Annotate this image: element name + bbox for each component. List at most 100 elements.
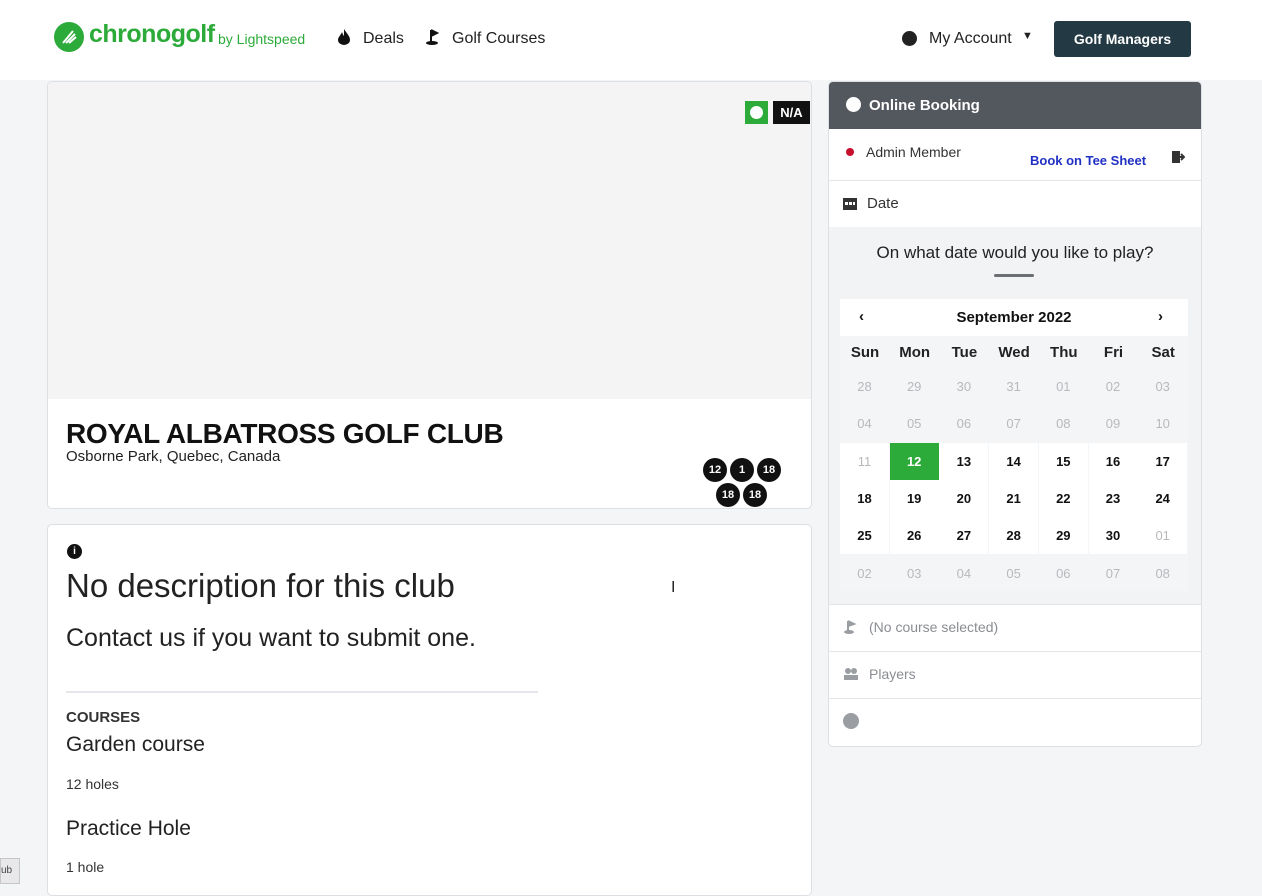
- club-location: Osborne Park, Quebec, Canada: [66, 448, 281, 465]
- calendar-day[interactable]: 03: [1138, 368, 1187, 405]
- booking-title: Online Booking: [869, 97, 980, 114]
- club-name: ROYAL ALBATROSS GOLF CLUB: [66, 418, 504, 449]
- calendar-day[interactable]: 26: [889, 517, 939, 555]
- calendar-day[interactable]: 04: [939, 555, 988, 592]
- calendar-day[interactable]: 11: [840, 442, 889, 480]
- calendar-day[interactable]: 30: [1088, 517, 1138, 555]
- calendar-day[interactable]: 28: [989, 517, 1039, 555]
- divider: [66, 691, 538, 693]
- calendar-day[interactable]: 04: [840, 405, 889, 442]
- hole-count-badge: 1: [730, 458, 754, 482]
- calendar-day[interactable]: 14: [989, 442, 1039, 480]
- top-nav: chronogolf by Lightspeed Deals Golf Cour…: [0, 0, 1262, 80]
- hole-count-badge: 18: [716, 483, 740, 507]
- hole-count-badge: 12: [703, 458, 727, 482]
- calendar-day[interactable]: 02: [1089, 368, 1138, 405]
- calendar-day[interactable]: 25: [840, 517, 889, 555]
- course-holes: 12 holes: [66, 776, 119, 792]
- calendar: ‹ September 2022 › Sun Mon Tue Wed Thu Fri Sat…: [840, 299, 1188, 591]
- golf-managers-button[interactable]: Golf Managers: [1054, 21, 1191, 57]
- calendar-day[interactable]: 29: [890, 368, 939, 405]
- status-dot: [846, 148, 854, 156]
- calendar-day[interactable]: 08: [1138, 555, 1187, 592]
- my-account-menu[interactable]: My Account: [929, 30, 1012, 48]
- clock-icon[interactable]: [843, 713, 859, 729]
- calendar-day[interactable]: 18: [840, 479, 889, 517]
- calendar-day[interactable]: 19: [889, 479, 939, 517]
- course-name: Practice Hole: [66, 817, 191, 840]
- calendar-header: ‹ September 2022 ›: [840, 299, 1188, 336]
- calendar-day[interactable]: 23: [1088, 479, 1138, 517]
- caret-down-icon[interactable]: ▼: [1022, 30, 1033, 42]
- weekday-header: Sat: [1151, 344, 1175, 361]
- calendar-day[interactable]: 12: [889, 442, 939, 480]
- calendar-day[interactable]: 16: [1088, 442, 1138, 480]
- club-hero-card: N/A ROYAL ALBATROSS GOLF CLUB Osborne Pa…: [47, 81, 812, 509]
- date-question: On what date would you like to play?: [876, 243, 1154, 262]
- member-type: Admin Member: [866, 144, 961, 160]
- calendar-day[interactable]: 06: [1039, 555, 1088, 592]
- divider: [994, 274, 1034, 277]
- golf-flag-icon: [843, 620, 857, 634]
- nav-deals[interactable]: Deals: [363, 30, 404, 48]
- info-icon: i: [67, 544, 82, 559]
- chronogolf-logo-icon[interactable]: [54, 22, 84, 52]
- calendar-day[interactable]: 28: [840, 368, 889, 405]
- calendar-day[interactable]: 30: [939, 368, 988, 405]
- weekday-header: Mon: [899, 344, 931, 361]
- calendar-day[interactable]: 21: [989, 479, 1039, 517]
- course-selection[interactable]: (No course selected): [869, 619, 998, 635]
- calendar-day[interactable]: 06: [939, 405, 988, 442]
- hole-count-badge: 18: [757, 458, 781, 482]
- calendar-day[interactable]: 22: [1038, 479, 1088, 517]
- calendar-day[interactable]: 13: [939, 442, 989, 480]
- flame-icon: [338, 29, 350, 50]
- calendar-day[interactable]: 09: [1089, 405, 1138, 442]
- online-booking-panel: Online Booking Admin Member Book on Tee …: [828, 81, 1202, 747]
- weekday-header: Tue: [951, 344, 978, 361]
- account-icon: [902, 31, 917, 46]
- divider: [829, 651, 1201, 652]
- course-holes: 1 hole: [66, 859, 105, 875]
- calendar-day[interactable]: 24: [1138, 479, 1188, 517]
- calendar-day[interactable]: 17: [1138, 442, 1188, 480]
- calendar-day[interactable]: 29: [1038, 517, 1088, 555]
- calendar-day[interactable]: 15: [1038, 442, 1088, 480]
- club-description-card: i No description for this club Contact u…: [47, 524, 812, 896]
- calendar-day[interactable]: 01: [1138, 517, 1188, 555]
- calendar-day[interactable]: 03: [890, 555, 939, 592]
- chevron-right-icon[interactable]: ›: [1158, 308, 1163, 325]
- calendar-day[interactable]: 07: [989, 405, 1038, 442]
- users-icon: [843, 667, 858, 681]
- players-selection[interactable]: Players: [869, 666, 916, 682]
- divider: [829, 180, 1201, 181]
- calendar-day[interactable]: 27: [939, 517, 989, 555]
- calendar-day[interactable]: 08: [1039, 405, 1088, 442]
- sign-in-icon[interactable]: [1171, 150, 1186, 164]
- calendar-day[interactable]: 10: [1138, 405, 1187, 442]
- calendar-day[interactable]: 02: [840, 555, 889, 592]
- weekday-header: Fri: [1103, 344, 1124, 361]
- date-step-label[interactable]: Date: [867, 195, 899, 212]
- calendar-month: September 2022: [956, 309, 1072, 326]
- weekday-header: Thu: [1050, 344, 1078, 361]
- book-on-tee-sheet-link[interactable]: Book on Tee Sheet: [1030, 153, 1146, 168]
- golf-flag-icon: [425, 29, 441, 50]
- calendar-day[interactable]: 05: [989, 555, 1038, 592]
- rating-badge: N/A: [773, 101, 810, 124]
- calendar-day[interactable]: 31: [989, 368, 1038, 405]
- club-cover-image: [48, 82, 811, 399]
- logo-text[interactable]: chronogolf: [89, 20, 215, 49]
- calendar-day[interactable]: 01: [1039, 368, 1088, 405]
- calendar-day[interactable]: 20: [939, 479, 989, 517]
- course-name: Garden course: [66, 733, 205, 756]
- calendar-day[interactable]: 05: [890, 405, 939, 442]
- clock-icon: [846, 97, 861, 112]
- weekday-header: Wed: [998, 344, 1030, 361]
- clock-icon: [750, 106, 763, 119]
- calendar-day[interactable]: 07: [1089, 555, 1138, 592]
- nav-golf-courses[interactable]: Golf Courses: [452, 30, 545, 48]
- divider: [829, 698, 1201, 699]
- hole-count-badge: 18: [743, 483, 767, 507]
- description-subtitle: Contact us if you want to submit one.: [66, 624, 476, 652]
